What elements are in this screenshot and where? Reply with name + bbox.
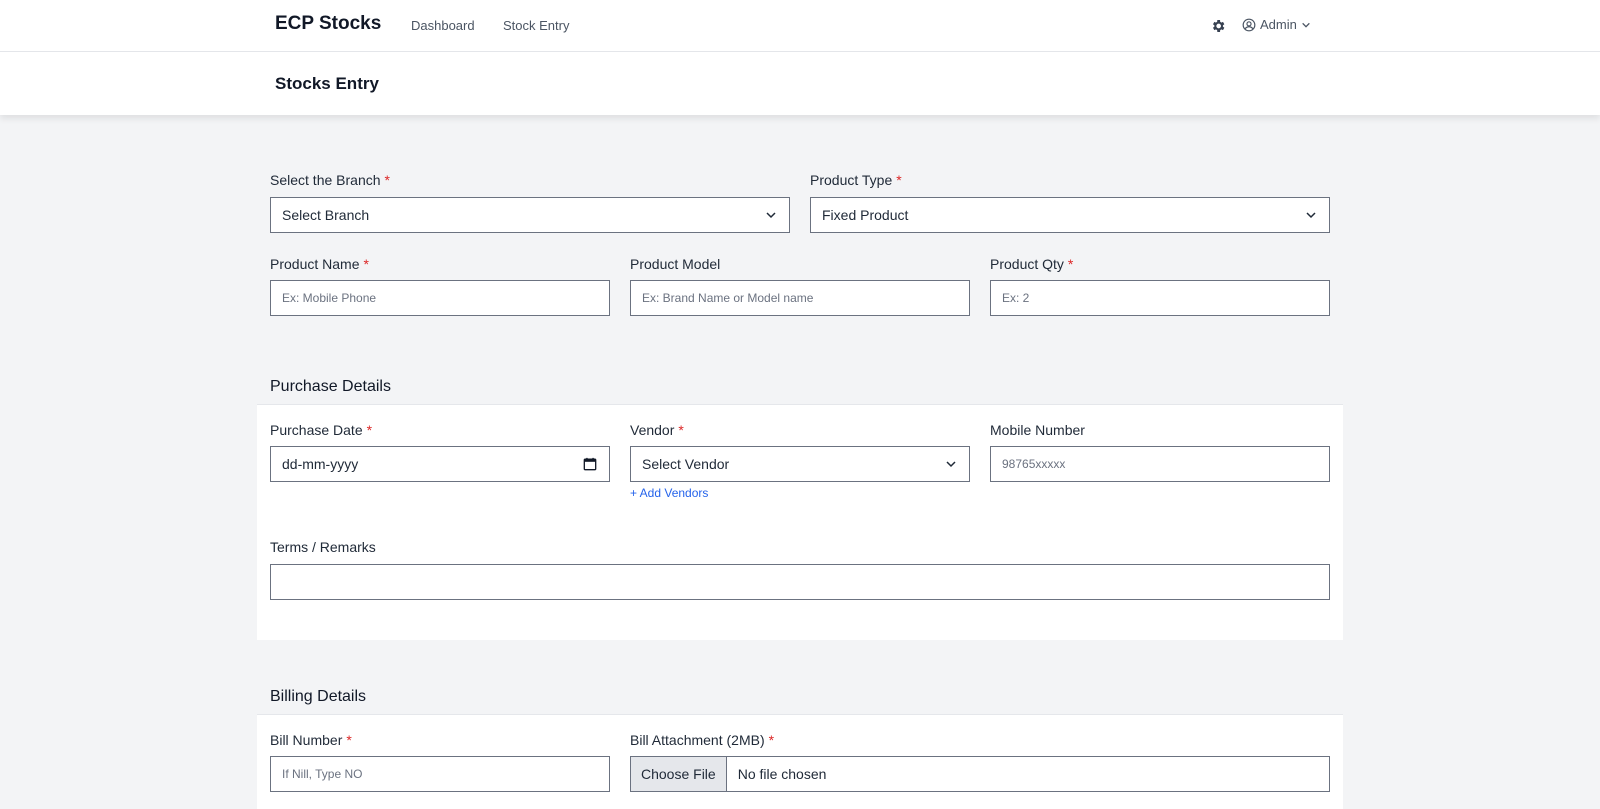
billing-details-title: Billing Details [270,688,367,705]
purchase-date-input[interactable]: dd-mm-yyyy [270,446,610,482]
gear-icon[interactable] [1210,18,1226,34]
vendor-select[interactable]: Select Vendor [630,446,970,482]
add-vendors-link[interactable]: + Add Vendors [630,486,708,500]
bill-attachment-input[interactable]: Choose File No file chosen [630,756,1330,792]
mobile-number-label: Mobile Number [990,422,1085,438]
purchase-date-label: Purchase Date * [270,422,373,438]
bill-number-input[interactable] [270,756,610,792]
chevron-down-icon [1302,22,1310,28]
product-qty-label: Product Qty * [990,256,1074,272]
bill-attachment-label: Bill Attachment (2MB) * [630,732,775,748]
top-navbar: ECP Stocks Dashboard Stock Entry Admin [0,0,1600,52]
page-header: Stocks Entry [0,52,1600,115]
choose-file-button[interactable]: Choose File [631,757,727,791]
vendor-label: Vendor * [630,422,684,438]
billing-details-header: Billing Details [257,680,1343,715]
chevron-down-icon [946,461,956,468]
product-model-input[interactable] [630,280,970,316]
user-menu[interactable]: Admin [1242,17,1311,32]
product-model-label: Product Model [630,256,721,272]
product-type-value: Fixed Product [822,207,909,223]
branch-select[interactable]: Select Branch [270,197,790,233]
file-name-text: No file chosen [737,766,827,782]
user-circle-icon [1242,18,1256,31]
product-type-select[interactable]: Fixed Product [810,197,1330,233]
branch-select-value: Select Branch [282,207,370,223]
product-qty-input[interactable] [990,280,1330,316]
brand-logo[interactable]: ECP Stocks [275,13,381,35]
purchase-details-title: Purchase Details [270,378,391,395]
page-title: Stocks Entry [275,74,379,93]
remarks-label: Terms / Remarks [270,539,376,555]
purchase-details-header: Purchase Details [257,370,1343,405]
branch-label: Select the Branch * [270,172,390,188]
product-type-label: Product Type * [810,172,902,188]
nav-link-stock-entry[interactable]: Stock Entry [503,18,569,33]
chevron-down-icon [766,212,776,219]
user-name: Admin [1260,17,1297,32]
product-name-input[interactable] [270,280,610,316]
chevron-down-icon [1306,212,1316,219]
remarks-textarea[interactable] [270,564,1330,600]
bill-number-label: Bill Number * [270,732,352,748]
mobile-number-input[interactable] [990,446,1330,482]
product-name-label: Product Name * [270,256,369,272]
nav-link-dashboard[interactable]: Dashboard [411,18,475,33]
vendor-select-value: Select Vendor [642,456,730,472]
purchase-date-value: dd-mm-yyyy [282,456,359,472]
calendar-icon[interactable] [583,457,597,471]
